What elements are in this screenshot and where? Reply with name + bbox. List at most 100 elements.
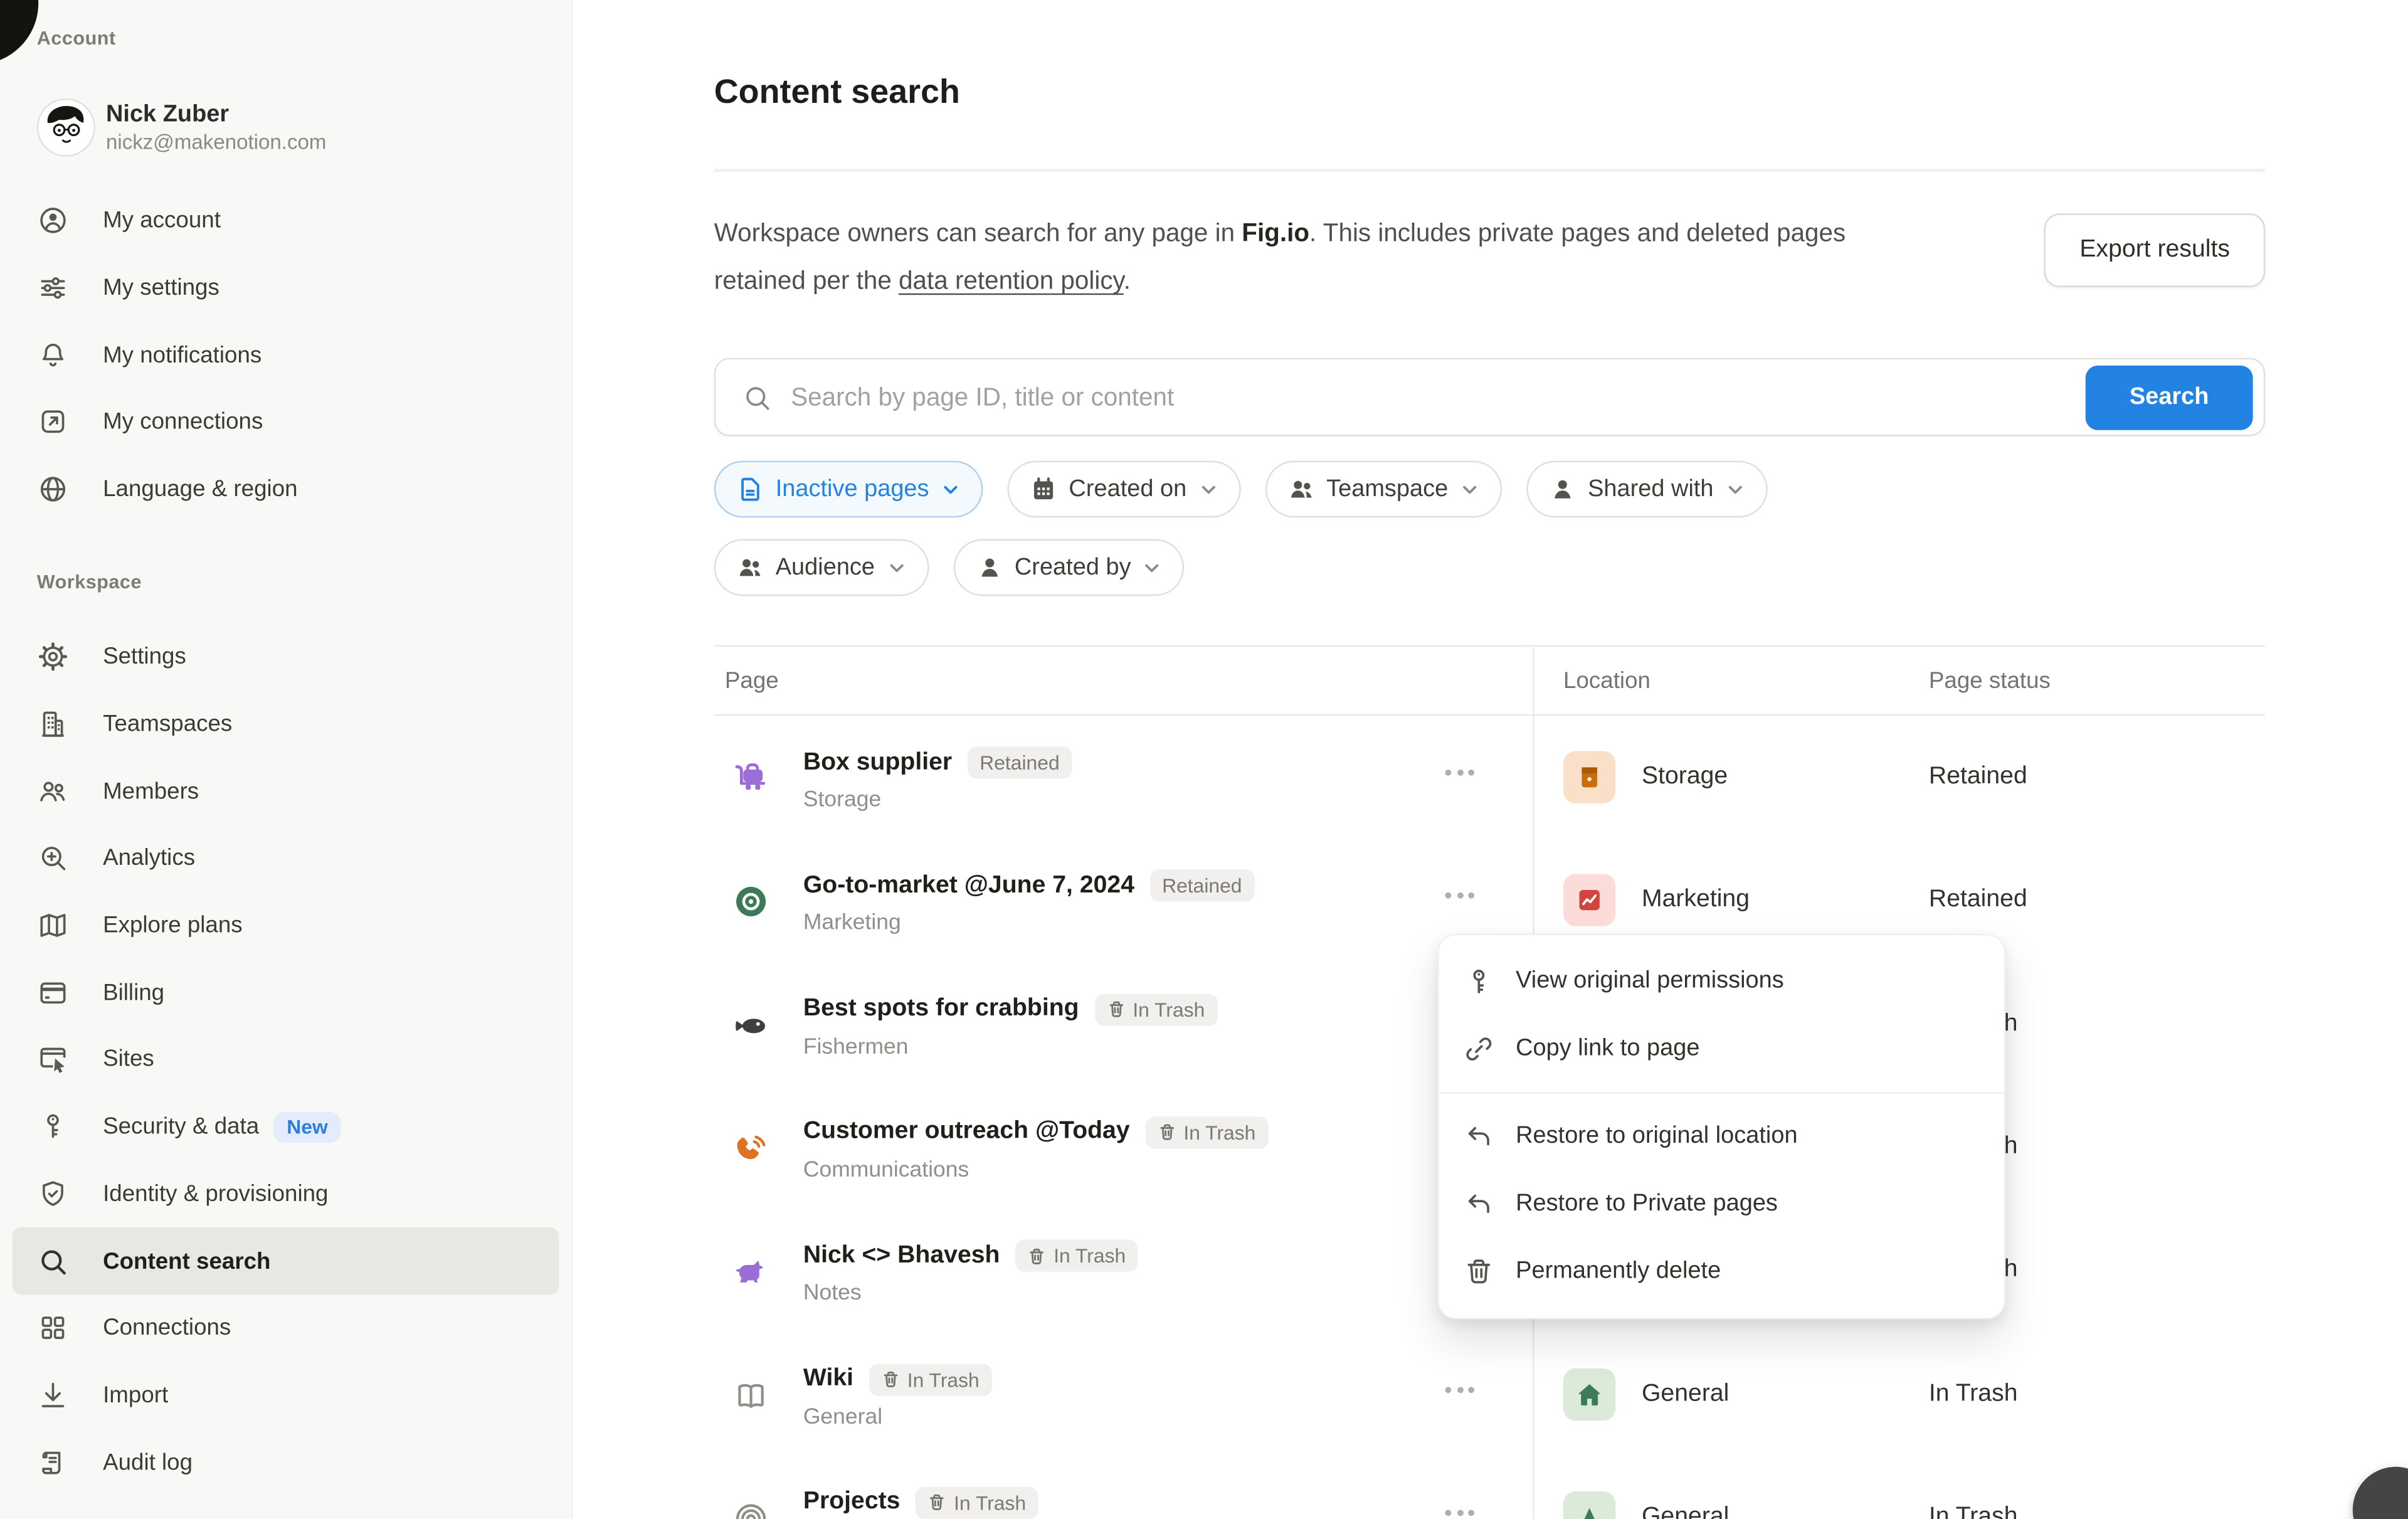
trash-icon <box>928 1493 946 1511</box>
sidebar-section-account: Account <box>37 28 116 49</box>
row-actions-button[interactable] <box>1445 1386 1474 1392</box>
calendar-icon <box>1030 476 1057 502</box>
column-header-location: Location <box>1563 668 1650 694</box>
search-button[interactable]: Search <box>2086 365 2253 430</box>
sidebar-item-my-account[interactable]: My account <box>13 188 559 255</box>
sidebar-item-my-notifications[interactable]: My notifications <box>13 322 559 389</box>
sidebar-item-import[interactable]: Import <box>13 1362 559 1429</box>
grid-icon <box>37 1312 69 1344</box>
location-cell: Marketing <box>1563 874 1750 926</box>
table-row[interactable]: WikiIn Trash General General In Trash <box>714 1332 2265 1455</box>
page-subtitle: General <box>803 1405 882 1429</box>
fish-icon <box>732 1007 769 1044</box>
sidebar-section-workspace: Workspace <box>37 571 142 593</box>
page-subtitle: Communications <box>803 1158 969 1182</box>
sidebar-item-sites[interactable]: Sites <box>13 1026 559 1093</box>
key-icon <box>1464 966 1494 997</box>
page-subtitle: Notes <box>803 1281 862 1306</box>
chevron-down-icon <box>941 480 959 498</box>
sidebar-item-my-settings[interactable]: My settings <box>13 255 559 322</box>
location-cell: General <box>1563 1491 1729 1519</box>
trash-icon <box>881 1370 899 1388</box>
sidebar-item-teamspaces[interactable]: Teamspaces <box>13 691 559 758</box>
marketing-chart-icon <box>1563 874 1615 926</box>
menu-item-restore-private-pages[interactable]: Restore to Private pages <box>1439 1170 2004 1238</box>
page-subtitle: Storage <box>803 788 881 812</box>
open-book-icon <box>732 1377 769 1414</box>
export-results-button[interactable]: Export results <box>2044 213 2265 287</box>
status-badge: In Trash <box>916 1486 1038 1518</box>
filter-teamspace[interactable]: Teamspace <box>1265 461 1502 518</box>
sidebar-item-identity-provisioning[interactable]: Identity & provisioning <box>13 1160 559 1227</box>
status-badge: In Trash <box>1094 993 1217 1025</box>
menu-item-restore-original-location[interactable]: Restore to original location <box>1439 1103 2004 1170</box>
content-search-settings-page: Account Nick Zuber nickz@makenotion.com … <box>0 0 2408 1519</box>
menu-item-copy-link[interactable]: Copy link to page <box>1439 1015 2004 1083</box>
menu-item-view-original-permissions[interactable]: View original permissions <box>1439 948 2004 1015</box>
avatar-edge-decoration <box>0 0 38 65</box>
page-title-cell: Go-to-market @June 7, 2024 <box>803 872 1134 900</box>
people-icon <box>737 554 764 581</box>
filter-inactive-pages[interactable]: Inactive pages <box>714 461 983 518</box>
search-bar: Search <box>714 358 2265 437</box>
sliders-icon <box>37 272 69 304</box>
menu-divider <box>1439 1092 2004 1093</box>
trash-icon <box>1464 1256 1494 1287</box>
sidebar-item-language-region[interactable]: Language & region <box>13 456 559 523</box>
sidebar-item-members[interactable]: Members <box>13 758 559 825</box>
row-actions-button[interactable] <box>1445 893 1474 899</box>
location-label: Marketing <box>1642 887 1750 914</box>
sidebar-item-analytics[interactable]: Analytics <box>13 825 559 892</box>
table-top-border <box>714 645 2265 647</box>
status-badge: Retained <box>1149 870 1254 902</box>
filter-row-1: Inactive pages Created on Teamspace Shar… <box>714 461 1768 518</box>
filter-audience[interactable]: Audience <box>714 539 929 596</box>
page-status-cell: In Trash <box>1929 1380 2018 1407</box>
people-icon <box>37 775 69 807</box>
row-actions-button[interactable] <box>1445 770 1474 776</box>
page-description: Workspace owners can search for any page… <box>714 211 1912 306</box>
filter-created-on[interactable]: Created on <box>1007 461 1240 518</box>
restore-arrow-icon <box>1464 1189 1494 1220</box>
location-cell: General <box>1563 1368 1729 1420</box>
page-title-cell: Best spots for crabbing <box>803 995 1079 1023</box>
sidebar-item-security-data[interactable]: Security & data New <box>13 1093 559 1160</box>
filter-created-by[interactable]: Created by <box>953 539 1185 596</box>
shield-check-icon <box>37 1178 69 1210</box>
sidebar-item-billing[interactable]: Billing <box>13 959 559 1026</box>
row-actions-button[interactable] <box>1445 1510 1474 1516</box>
building-icon <box>37 708 69 740</box>
globe-icon <box>37 474 69 505</box>
column-header-page-status: Page status <box>1929 668 2051 694</box>
data-retention-policy-link[interactable]: data retention policy <box>899 267 1124 295</box>
page-subtitle: Marketing <box>803 911 901 936</box>
filter-row-2: Audience Created by <box>714 539 1185 596</box>
location-cell: Storage <box>1563 751 1728 803</box>
sidebar-item-explore-plans[interactable]: Explore plans <box>13 892 559 959</box>
scroll-icon <box>37 1446 69 1478</box>
person-circle-icon <box>37 205 69 237</box>
table-row[interactable]: ProjectsIn Trash General In Trash <box>714 1456 2265 1519</box>
luggage-cart-icon <box>732 760 769 797</box>
arrow-up-right-square-icon <box>37 406 69 438</box>
sidebar-item-my-connections[interactable]: My connections <box>13 389 559 456</box>
location-label: Storage <box>1642 763 1728 791</box>
sidebar-item-settings[interactable]: Settings <box>13 623 559 691</box>
credit-card-icon <box>37 977 69 1008</box>
filter-shared-with[interactable]: Shared with <box>1526 461 1767 518</box>
help-button-partial[interactable] <box>2353 1467 2408 1519</box>
phone-icon <box>732 1130 769 1167</box>
people-icon <box>1288 476 1314 502</box>
page-title-cell: Nick <> Bhavesh <box>803 1242 1000 1269</box>
workspace-menu: Settings Teamspaces Members Analytics Ex… <box>0 623 571 1496</box>
sidebar-item-content-search[interactable]: Content search <box>13 1227 559 1294</box>
search-input[interactable] <box>788 361 2084 437</box>
menu-item-permanently-delete[interactable]: Permanently delete <box>1439 1238 2004 1306</box>
trash-icon <box>1107 1000 1125 1019</box>
sidebar-item-connections[interactable]: Connections <box>13 1294 559 1362</box>
table-row[interactable]: Box supplierRetained Storage Storage Ret… <box>714 716 2265 839</box>
sidebar-user[interactable]: Nick Zuber nickz@makenotion.com <box>37 98 327 157</box>
sidebar-item-audit-log[interactable]: Audit log <box>13 1429 559 1496</box>
bell-icon <box>37 339 69 371</box>
user-email: nickz@makenotion.com <box>106 129 326 156</box>
